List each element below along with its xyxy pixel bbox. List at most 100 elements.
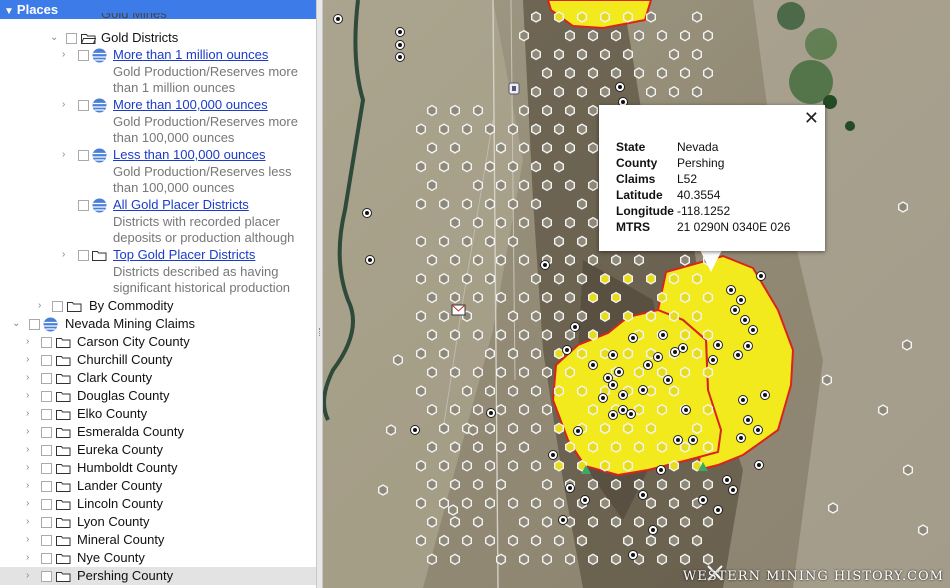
claim-hex-icon[interactable] <box>703 329 713 341</box>
claim-hex-icon[interactable] <box>427 254 437 266</box>
claim-hex-icon[interactable] <box>531 310 541 323</box>
claim-hex-icon[interactable] <box>542 142 552 154</box>
claim-hex-icon[interactable] <box>427 478 437 491</box>
claim-hex-icon[interactable] <box>611 553 621 566</box>
mine-dot-icon[interactable] <box>395 27 405 37</box>
claim-hex-icon[interactable] <box>519 516 529 528</box>
claim-hex-icon[interactable] <box>577 11 587 23</box>
claim-hex-icon[interactable] <box>531 160 541 173</box>
claim-hex-icon[interactable] <box>531 459 541 472</box>
claim-hex-icon[interactable] <box>416 534 426 547</box>
claim-hex-icon[interactable] <box>427 104 437 117</box>
claim-hex-icon[interactable] <box>508 310 518 323</box>
claim-hex-icon[interactable] <box>542 291 552 304</box>
claim-hex-icon[interactable] <box>485 497 495 510</box>
claim-hex-icon[interactable] <box>508 534 518 547</box>
mine-dot-icon[interactable] <box>548 450 558 460</box>
claim-hex-icon[interactable] <box>519 104 529 117</box>
claim-hex-icon[interactable] <box>462 272 472 285</box>
claim-hex-icon[interactable] <box>588 142 598 154</box>
claim-hex-icon[interactable] <box>565 553 575 566</box>
claim-hex-icon[interactable] <box>680 29 690 42</box>
claim-hex-icon[interactable] <box>485 235 495 248</box>
claim-hex-icon[interactable] <box>611 291 621 304</box>
claim-hex-icon[interactable] <box>703 516 713 528</box>
checkbox[interactable] <box>78 100 89 111</box>
claim-hex-icon[interactable] <box>623 459 633 472</box>
tree-item-county[interactable]: › Eureka County <box>0 441 316 459</box>
claim-hex-icon[interactable] <box>600 48 610 61</box>
mine-dot-icon[interactable] <box>573 426 583 436</box>
tree-item-county-selected[interactable]: › Pershing County <box>0 567 316 585</box>
claim-hex-icon[interactable] <box>703 29 713 42</box>
claim-hex-icon[interactable] <box>692 534 702 547</box>
chevron-down-icon[interactable]: ⌄ <box>50 29 60 47</box>
claim-hex-icon[interactable] <box>703 478 713 491</box>
tree-item-county[interactable]: › Elko County <box>0 405 316 423</box>
claim-hex-icon[interactable] <box>680 254 690 266</box>
mine-dot-icon[interactable] <box>736 433 746 443</box>
claim-hex-icon[interactable] <box>508 235 518 248</box>
claim-hex-icon[interactable] <box>611 254 621 266</box>
claim-hex-icon[interactable] <box>680 366 690 379</box>
claim-hex-icon[interactable] <box>588 441 598 453</box>
claim-hex-icon[interactable] <box>657 29 667 42</box>
claim-hex-icon[interactable] <box>485 272 495 285</box>
claim-hex-icon[interactable] <box>646 11 656 23</box>
mine-dot-icon[interactable] <box>736 295 746 305</box>
claim-hex-icon[interactable] <box>496 142 506 154</box>
claim-hex-icon[interactable] <box>646 310 656 323</box>
claim-hex-icon[interactable] <box>519 403 529 416</box>
claim-hex-icon[interactable] <box>588 291 598 304</box>
claim-hex-icon[interactable] <box>439 534 449 547</box>
mine-dot-icon[interactable] <box>673 435 683 445</box>
district-link[interactable]: Top Gold Placer Districts <box>113 246 255 264</box>
claim-hex-icon[interactable] <box>588 216 598 229</box>
claim-hex-icon[interactable] <box>531 272 541 285</box>
claim-hex-icon[interactable] <box>450 329 460 341</box>
claim-hex-icon[interactable] <box>496 254 506 266</box>
claim-hex-icon[interactable] <box>623 347 633 360</box>
claim-hex-icon[interactable] <box>554 11 564 23</box>
claim-hex-icon[interactable] <box>692 310 702 323</box>
claim-hex-icon[interactable] <box>577 235 587 248</box>
claim-hex-icon[interactable] <box>565 291 575 304</box>
mine-dot-icon[interactable] <box>713 340 723 350</box>
splitter-grip[interactable] <box>319 328 321 336</box>
claim-hex-icon[interactable] <box>462 123 472 136</box>
checkbox[interactable] <box>41 571 52 582</box>
claim-hex-icon[interactable] <box>508 459 518 472</box>
claim-hex-icon[interactable] <box>462 385 472 397</box>
claim-hex-icon[interactable] <box>565 179 575 192</box>
claim-hex-icon[interactable] <box>473 216 483 229</box>
mine-dot-icon[interactable] <box>738 395 748 405</box>
claim-hex-icon[interactable] <box>554 310 564 323</box>
district-link[interactable]: Less than 100,000 ounces <box>113 146 266 164</box>
chevron-right-icon[interactable]: › <box>26 333 36 351</box>
claim-hex-icon[interactable] <box>531 123 541 136</box>
mine-dot-icon[interactable] <box>698 495 708 505</box>
claim-hex-icon[interactable] <box>519 29 529 42</box>
mine-dot-icon[interactable] <box>395 40 405 50</box>
mine-dot-icon[interactable] <box>395 52 405 62</box>
checkbox[interactable] <box>78 50 89 61</box>
chevron-right-icon[interactable]: › <box>62 246 72 264</box>
checkbox[interactable] <box>41 445 52 456</box>
claim-hex-icon[interactable] <box>496 329 506 341</box>
checkbox[interactable] <box>29 319 40 330</box>
claim-hex-icon[interactable] <box>657 478 667 491</box>
claim-hex-icon[interactable] <box>439 198 449 210</box>
claim-hex-icon[interactable] <box>680 67 690 79</box>
chevron-right-icon[interactable]: › <box>62 46 72 64</box>
claim-hex-icon[interactable] <box>554 422 564 435</box>
chevron-right-icon[interactable]: › <box>26 405 36 423</box>
mine-dot-icon[interactable] <box>681 405 691 415</box>
claim-hex-icon[interactable] <box>519 553 529 566</box>
claim-hex-icon[interactable] <box>692 11 702 23</box>
claim-hex-icon[interactable] <box>634 29 644 42</box>
claim-hex-icon[interactable] <box>462 459 472 472</box>
claim-hex-icon[interactable] <box>600 422 610 435</box>
claim-hex-icon[interactable] <box>462 198 472 210</box>
claim-hex-icon[interactable] <box>508 160 518 173</box>
claim-hex-icon[interactable] <box>462 497 472 510</box>
